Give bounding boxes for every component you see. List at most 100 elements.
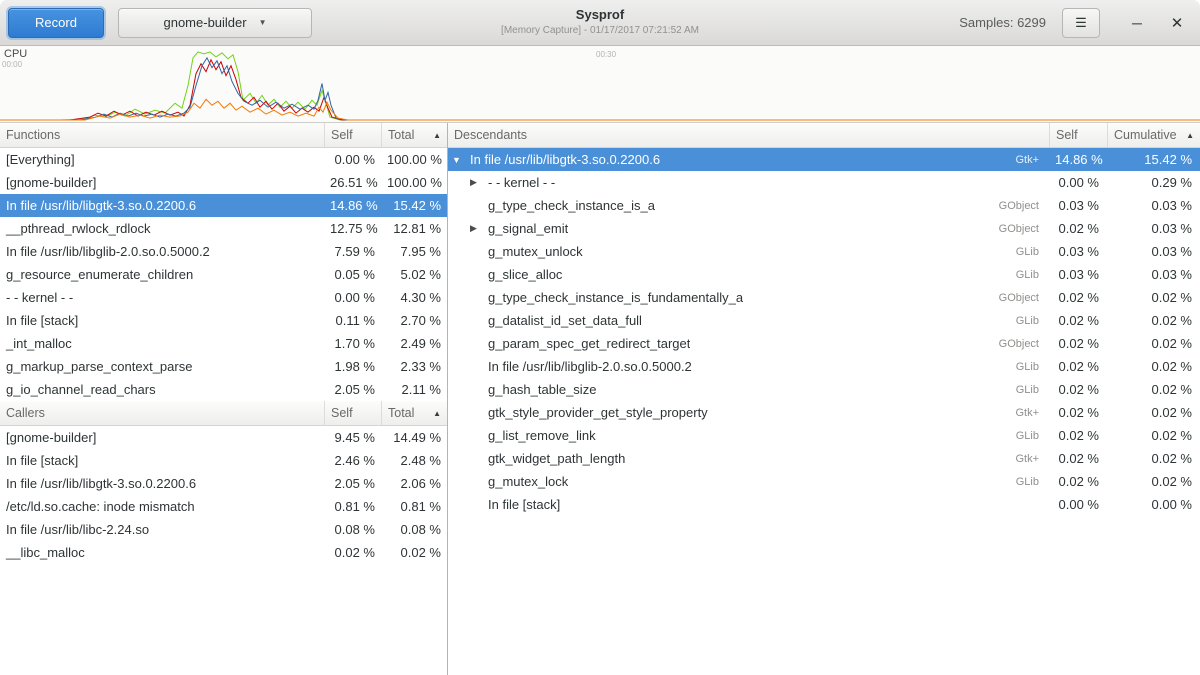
cumulative-value: 0.03 % — [1107, 244, 1200, 259]
function-name: In file /usr/lib/libglib-2.0.so.0.5000.2 — [0, 244, 324, 259]
sort-indicator-icon: ▲ — [1180, 131, 1194, 140]
descendants-column-label: Descendants — [454, 128, 527, 142]
functions-total-column-header[interactable]: Total▲ — [381, 123, 447, 147]
table-row[interactable]: In file /usr/lib/libgtk-3.so.0.2200.614.… — [0, 194, 447, 217]
table-row[interactable]: __pthread_rwlock_rdlock12.75 %12.81 % — [0, 217, 447, 240]
cumulative-value: 0.02 % — [1107, 359, 1200, 374]
callers-column-label: Callers — [6, 406, 45, 420]
cumulative-value: 0.03 % — [1107, 221, 1200, 236]
descendants-cumulative-column-header[interactable]: Cumulative▲ — [1107, 123, 1200, 147]
self-value: 0.02 % — [1049, 474, 1107, 489]
table-row[interactable]: In file /usr/lib/libgtk-3.so.0.2200.62.0… — [0, 472, 447, 495]
cpu-timeline[interactable]: CPU 00:00 00:30 — [0, 46, 1200, 123]
timeline-tick-mid: 00:30 — [596, 50, 616, 59]
self-value: 2.46 % — [324, 453, 381, 468]
record-button[interactable]: Record — [8, 8, 104, 38]
table-row[interactable]: gtk_widget_path_lengthGtk+0.02 %0.02 % — [448, 447, 1200, 470]
function-name: [Everything] — [0, 152, 324, 167]
library-tag: GObject — [991, 200, 1049, 212]
cpu-green-line — [0, 52, 1200, 120]
functions-column-header[interactable]: Functions — [0, 123, 324, 147]
cumulative-value: 0.02 % — [1107, 290, 1200, 305]
cumulative-value: 0.00 % — [1107, 497, 1200, 512]
total-value: 2.33 % — [381, 359, 447, 374]
table-row[interactable]: g_slice_allocGLib0.03 %0.03 % — [448, 263, 1200, 286]
table-row[interactable]: In file [stack]2.46 %2.48 % — [0, 449, 447, 472]
descendant-name: In file /usr/lib/libglib-2.0.so.0.5000.2 — [488, 359, 692, 374]
self-value: 26.51 % — [324, 175, 381, 190]
table-row[interactable]: g_list_remove_linkGLib0.02 %0.02 % — [448, 424, 1200, 447]
table-row[interactable]: ▼In file /usr/lib/libgtk-3.so.0.2200.6Gt… — [448, 148, 1200, 171]
self-value: 14.86 % — [1049, 152, 1107, 167]
functions-self-column-header[interactable]: Self — [324, 123, 381, 147]
expander-closed-icon[interactable]: ▶ — [470, 177, 488, 188]
table-row[interactable]: g_datalist_id_set_data_fullGLib0.02 %0.0… — [448, 309, 1200, 332]
cpu-blue-line — [0, 58, 1200, 120]
function-name: In file /usr/lib/libgtk-3.so.0.2200.6 — [0, 476, 324, 491]
target-dropdown[interactable]: gnome-builder ▼ — [118, 8, 312, 38]
self-value: 2.05 % — [324, 382, 381, 397]
descendant-name-cell: ▶g_signal_emitGObject — [452, 221, 1049, 236]
descendant-name: In file /usr/lib/libgtk-3.so.0.2200.6 — [470, 152, 660, 167]
callers-self-column-header[interactable]: Self — [324, 401, 381, 425]
cumulative-value: 0.03 % — [1107, 267, 1200, 282]
table-row[interactable]: [Everything]0.00 %100.00 % — [0, 148, 447, 171]
table-row[interactable]: g_mutex_unlockGLib0.03 %0.03 % — [448, 240, 1200, 263]
table-row[interactable]: ▶- - kernel - -0.00 %0.29 % — [448, 171, 1200, 194]
table-row[interactable]: g_param_spec_get_redirect_targetGObject 0… — [448, 332, 1200, 355]
callers-total-column-header[interactable]: Total▲ — [381, 401, 447, 425]
table-row[interactable]: g_resource_enumerate_children0.05 %5.02 … — [0, 263, 447, 286]
cumulative-value: 0.02 % — [1107, 336, 1200, 351]
self-value: 0.00 % — [1049, 497, 1107, 512]
minimize-button[interactable]: ─ — [1124, 10, 1150, 36]
table-row[interactable]: [gnome-builder]26.51 %100.00 % — [0, 171, 447, 194]
descendants-self-column-header[interactable]: Self — [1049, 123, 1107, 147]
descendant-name-cell: In file /usr/lib/libglib-2.0.so.0.5000.2… — [452, 359, 1049, 374]
descendant-name-cell: g_mutex_unlockGLib — [452, 244, 1049, 259]
table-row[interactable]: g_mutex_lockGLib0.02 %0.02 % — [448, 470, 1200, 493]
table-row[interactable]: g_io_channel_read_chars2.05 %2.11 % — [0, 378, 447, 401]
table-row[interactable]: In file /usr/lib/libglib-2.0.so.0.5000.2… — [0, 240, 447, 263]
table-row[interactable]: In file [stack]0.00 %0.00 % — [448, 493, 1200, 516]
table-row[interactable]: In file [stack]0.11 %2.70 % — [0, 309, 447, 332]
self-value: 0.03 % — [1049, 267, 1107, 282]
table-row[interactable]: In file /usr/lib/libglib-2.0.so.0.5000.2… — [448, 355, 1200, 378]
self-value: 0.00 % — [324, 152, 381, 167]
table-row[interactable]: g_hash_table_sizeGLib0.02 %0.02 % — [448, 378, 1200, 401]
table-row[interactable]: - - kernel - -0.00 %4.30 % — [0, 286, 447, 309]
cpu-graph-label: CPU — [4, 48, 27, 60]
descendants-column-header[interactable]: Descendants — [448, 123, 1049, 147]
cumulative-value: 0.02 % — [1107, 313, 1200, 328]
title-block: Sysprof [Memory Capture] - 01/17/2017 07… — [300, 7, 900, 36]
descendant-name-cell: g_param_spec_get_redirect_targetGObject — [452, 336, 1049, 351]
total-value: 100.00 % — [381, 152, 447, 167]
menu-button[interactable]: ☰ — [1062, 8, 1100, 38]
callers-table-header: Callers Self Total▲ — [0, 401, 447, 426]
total-value: 0.08 % — [381, 522, 447, 537]
self-value: 0.05 % — [324, 267, 381, 282]
total-value: 7.95 % — [381, 244, 447, 259]
library-tag: GLib — [1008, 361, 1049, 373]
table-row[interactable]: g_type_check_instance_is_fundamentally_a… — [448, 286, 1200, 309]
callers-column-header[interactable]: Callers — [0, 401, 324, 425]
record-button-label: Record — [35, 15, 77, 30]
close-button[interactable]: ✕ — [1164, 10, 1190, 36]
sort-indicator-icon: ▲ — [427, 131, 441, 140]
table-row[interactable]: ▶g_signal_emitGObject0.02 %0.03 % — [448, 217, 1200, 240]
table-row[interactable]: g_type_check_instance_is_aGObject0.03 %0… — [448, 194, 1200, 217]
table-row[interactable]: [gnome-builder]9.45 %14.49 % — [0, 426, 447, 449]
table-row[interactable]: In file /usr/lib/libc-2.24.so0.08 %0.08 … — [0, 518, 447, 541]
expander-open-icon[interactable]: ▼ — [452, 155, 470, 165]
function-name: - - kernel - - — [0, 290, 324, 305]
function-name: __pthread_rwlock_rdlock — [0, 221, 324, 236]
cumulative-column-label: Cumulative — [1114, 128, 1177, 142]
table-row[interactable]: _int_malloc1.70 %2.49 % — [0, 332, 447, 355]
table-row[interactable]: g_markup_parse_context_parse1.98 %2.33 % — [0, 355, 447, 378]
left-panel: Functions Self Total▲ [Everything]0.00 %… — [0, 123, 448, 675]
function-name: In file /usr/lib/libc-2.24.so — [0, 522, 324, 537]
table-row[interactable]: /etc/ld.so.cache: inode mismatch0.81 %0.… — [0, 495, 447, 518]
table-row[interactable]: __libc_malloc0.02 %0.02 % — [0, 541, 447, 564]
total-value: 2.70 % — [381, 313, 447, 328]
expander-closed-icon[interactable]: ▶ — [470, 223, 488, 234]
table-row[interactable]: gtk_style_provider_get_style_propertyGtk… — [448, 401, 1200, 424]
